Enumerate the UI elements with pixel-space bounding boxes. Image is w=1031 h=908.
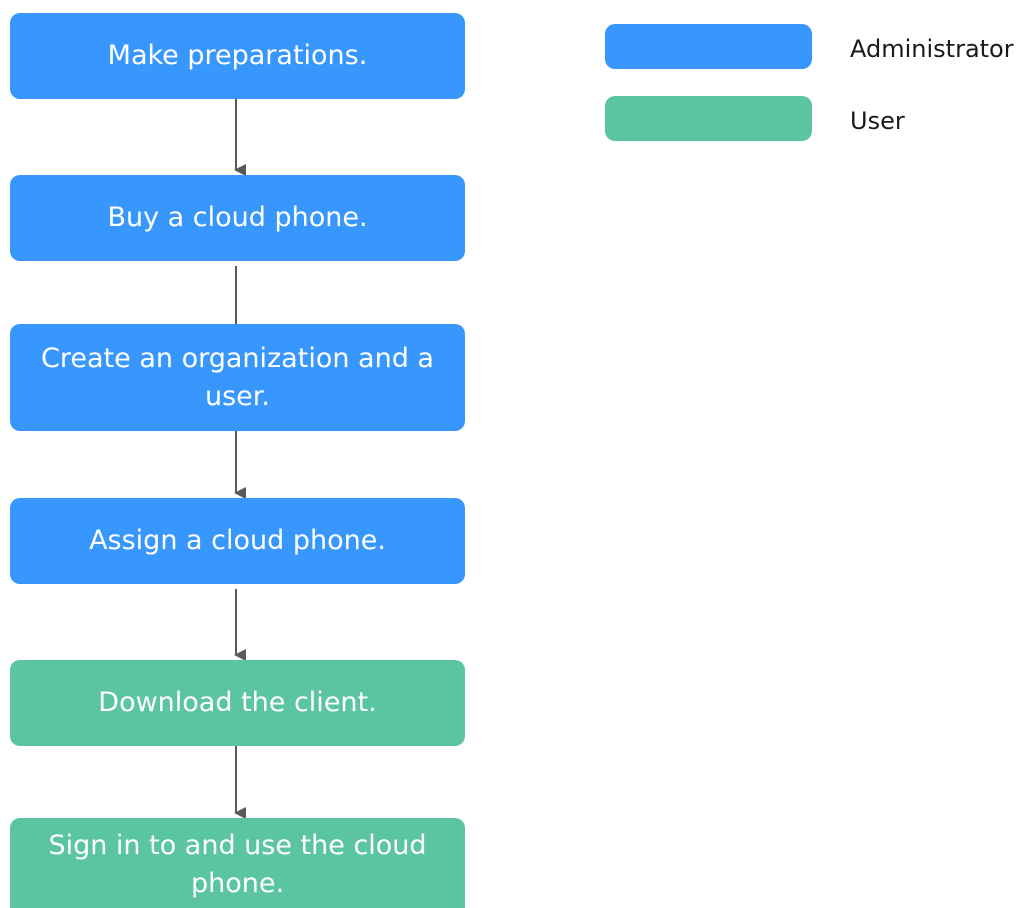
flowchart: Make preparations. Buy a cloud phone. Cr… [0,0,1031,908]
step-create-organization-and-user: Create an organization and a user. [10,324,465,431]
legend-label-user: User [850,107,905,135]
step-label: Download the client. [98,687,377,718]
step-label: Sign in to and use the cloud phone. [48,830,427,899]
step-label: Assign a cloud phone. [89,525,386,556]
legend-swatch-user [605,96,812,141]
step-label: Make preparations. [107,40,368,71]
step-make-preparations: Make preparations. [10,13,465,99]
flow-connectors [234,99,246,819]
step-download-client: Download the client. [10,660,465,746]
step-label: Buy a cloud phone. [107,202,368,233]
step-assign-cloud-phone: Assign a cloud phone. [10,498,465,584]
legend-swatch-administrator [605,24,812,69]
step-sign-in-and-use: Sign in to and use the cloud phone. [10,818,465,908]
step-buy-cloud-phone: Buy a cloud phone. [10,175,465,261]
legend-label-administrator: Administrator [850,35,1014,63]
step-label: Create an organization and a user. [41,342,434,412]
